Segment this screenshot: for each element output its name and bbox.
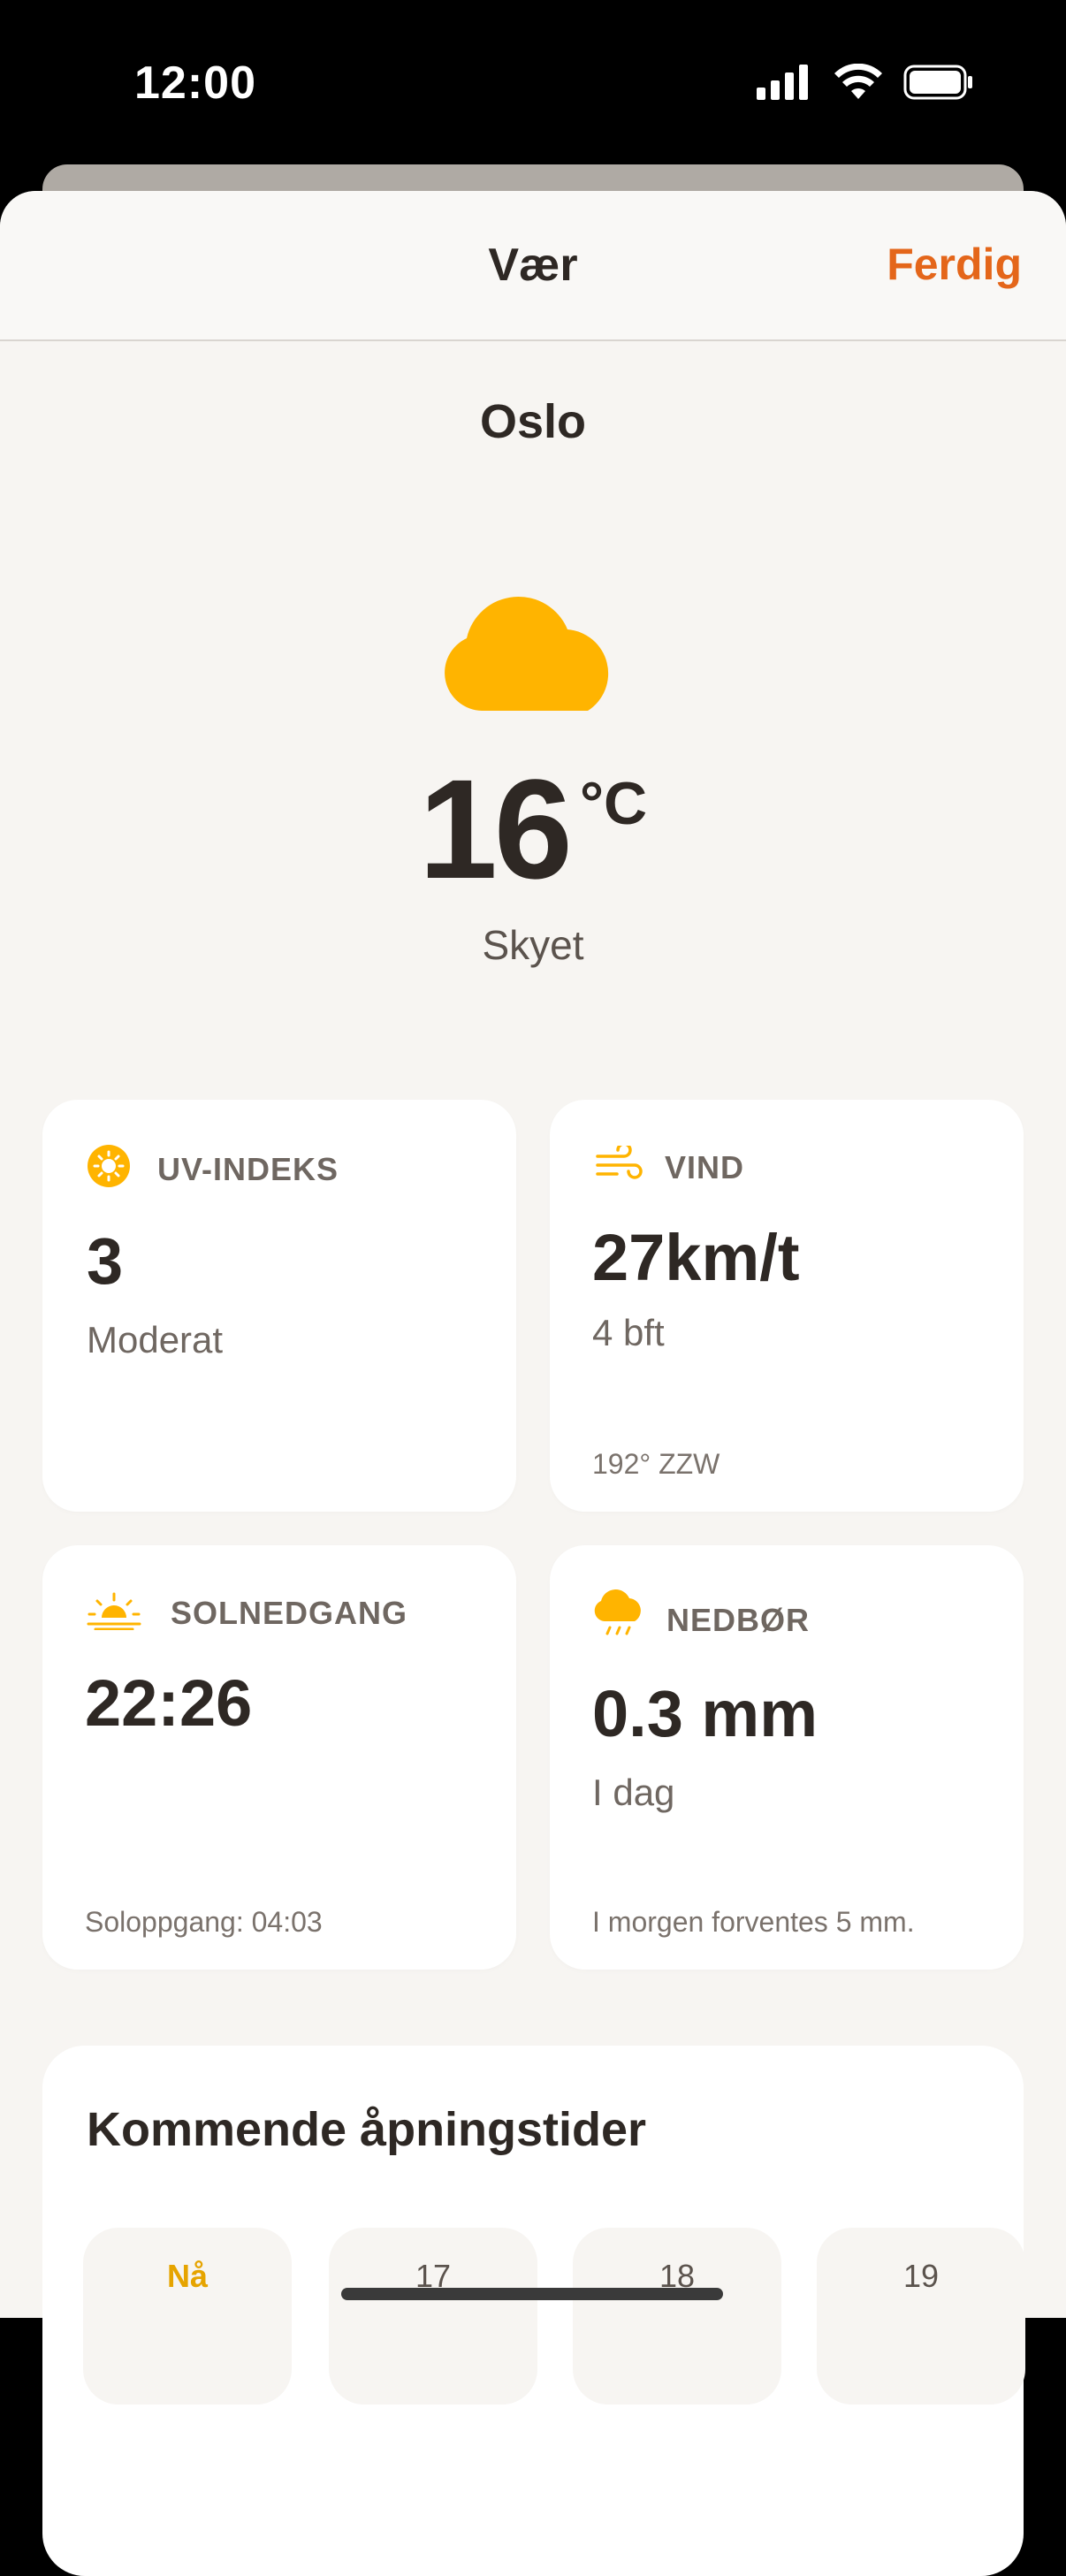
cloud-icon — [445, 596, 609, 711]
home-indicator[interactable] — [341, 2288, 723, 2300]
weather-condition: Skyet — [482, 922, 584, 968]
day-chip-now[interactable]: Nå — [83, 2228, 292, 2405]
wind-direction: 192° ZZW — [592, 1448, 720, 1480]
precipitation-forecast: I morgen forventes 5 mm. — [592, 1906, 915, 1938]
precipitation-label: NEDBØR — [666, 1602, 811, 1638]
rain-cloud-icon — [594, 1589, 641, 1635]
uv-index-card[interactable]: UV-INDEKS 3 Moderat — [42, 1100, 516, 1512]
uv-value: 3 — [87, 1224, 124, 1298]
day-chip-label: Nå — [166, 2258, 209, 2294]
weather-sheet: Vær Ferdig Oslo 16 °C Skyet UV-INDEKS 3 M… — [0, 191, 1066, 2318]
day-chip-17[interactable]: 17 — [329, 2228, 537, 2405]
temperature-unit: °C — [579, 770, 648, 837]
day-chip-19[interactable]: 19 — [817, 2228, 1025, 2405]
upcoming-title: Kommende åpningstider — [87, 2103, 647, 2156]
sunset-card[interactable]: SOLNEDGANG 22:26 Soloppgang: 04:03 — [42, 1545, 516, 1970]
sunset-label: SOLNEDGANG — [171, 1595, 408, 1631]
precipitation-amount: 0.3 mm — [592, 1677, 819, 1750]
status-bar: 12:00 — [0, 0, 1066, 168]
precipitation-period: I dag — [592, 1772, 675, 1813]
sunset-icon — [87, 1592, 141, 1630]
signal-icon — [757, 65, 808, 100]
city-name: Oslo — [479, 395, 587, 448]
wifi-icon — [834, 64, 882, 99]
day-chip-label: 19 — [902, 2258, 940, 2294]
precipitation-card[interactable]: NEDBØR 0.3 mm I dag I morgen forventes 5… — [550, 1545, 1024, 1970]
wind-card[interactable]: VIND 27km/t 4 bft 192° ZZW — [550, 1100, 1024, 1512]
uv-level: Moderat — [87, 1319, 224, 1360]
upcoming-opening-hours: Kommende åpningstider Nå 17 18 19 — [42, 2046, 1025, 2576]
sunrise-time: Soloppgang: 04:03 — [85, 1906, 323, 1938]
status-icons — [757, 64, 974, 101]
uv-label: UV-INDEKS — [157, 1151, 339, 1187]
day-chip-18[interactable]: 18 — [573, 2228, 781, 2405]
sun-icon — [88, 1145, 130, 1187]
battery-icon — [903, 65, 972, 100]
temperature: 16 °C — [0, 748, 1066, 911]
wind-beaufort: 4 bft — [592, 1312, 665, 1353]
wind-icon — [596, 1146, 643, 1179]
nav-bar: Vær Ferdig — [0, 191, 1066, 341]
wind-label: VIND — [665, 1149, 745, 1185]
temperature-value: 16 — [418, 750, 573, 908]
status-time: 12:00 — [134, 57, 256, 109]
wind-speed: 27km/t — [592, 1221, 800, 1294]
done-button[interactable]: Ferdig — [887, 239, 1022, 290]
sunset-time: 22:26 — [85, 1666, 253, 1740]
